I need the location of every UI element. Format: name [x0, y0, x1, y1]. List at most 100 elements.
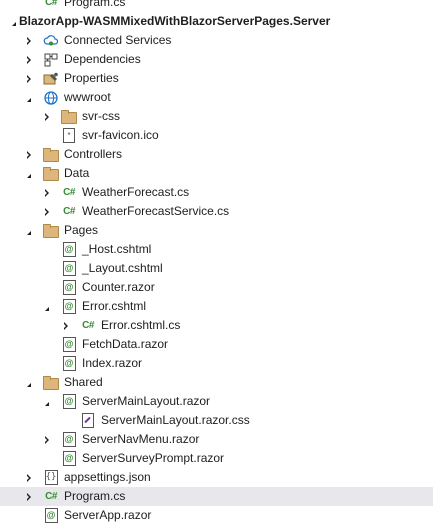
tree-item[interactable]: @ Counter.razor: [0, 278, 433, 297]
tree-item[interactable]: Data: [0, 164, 433, 183]
tree-item[interactable]: @ Index.razor: [0, 354, 433, 373]
csharp-file-icon: C#: [45, 0, 57, 8]
globe-icon: [43, 90, 59, 105]
json-file-icon: {}: [43, 470, 59, 485]
tree-item[interactable]: * svr-favicon.ico: [0, 126, 433, 145]
razor-file-icon: @: [61, 242, 77, 257]
folder-icon: [43, 147, 59, 162]
tree-item-label: ServerNavMenu.razor: [82, 432, 200, 446]
tree-item[interactable]: C# WeatherForecast.cs: [0, 183, 433, 202]
csharp-file-icon: C#: [45, 491, 57, 502]
collapse-arrow-icon[interactable]: [23, 221, 35, 240]
expand-arrow-icon[interactable]: [41, 183, 53, 202]
tree-item[interactable]: C# Program.cs: [0, 487, 433, 506]
tree-item-label: ServerMainLayout.razor.css: [101, 413, 250, 427]
tree-item[interactable]: C# Program.cs: [0, 0, 433, 12]
csharp-file-icon: C#: [82, 320, 94, 331]
tree-item-label: Program.cs: [64, 489, 126, 503]
tree-item-label: Dependencies: [64, 52, 141, 66]
tree-item[interactable]: Connected Services: [0, 31, 433, 50]
tree-item-label: Shared: [64, 375, 103, 389]
tree-item-label: Counter.razor: [82, 280, 155, 294]
collapse-arrow-icon[interactable]: [23, 373, 35, 392]
razor-file-icon: @: [43, 508, 59, 523]
tree-item-label: appsettings.json: [64, 470, 151, 484]
razor-file-icon: @: [61, 299, 77, 314]
expand-arrow-icon[interactable]: [23, 145, 35, 164]
expand-arrow-icon[interactable]: [41, 430, 53, 449]
expand-arrow-icon[interactable]: [23, 69, 35, 88]
tree-item-label: FetchData.razor: [82, 337, 169, 351]
tree-item[interactable]: {} appsettings.json: [0, 468, 433, 487]
tree-item-label: _Host.cshtml: [82, 242, 152, 256]
tree-item[interactable]: @ _Layout.cshtml: [0, 259, 433, 278]
tree-item-label: ServerMainLayout.razor: [82, 394, 211, 408]
expand-arrow-icon[interactable]: [41, 202, 53, 221]
tree-item-label: wwwroot: [64, 90, 111, 104]
tree-item-label: Properties: [64, 71, 119, 85]
tree-item-label: Controllers: [64, 147, 123, 161]
tree-item-label: Index.razor: [82, 356, 143, 370]
tree-item-label: svr-favicon.ico: [82, 128, 159, 142]
tree-item-label: Program.cs: [64, 0, 126, 9]
expand-arrow-icon[interactable]: [23, 31, 35, 50]
favicon-file-icon: *: [61, 128, 77, 143]
tree-item[interactable]: @ ServerApp.razor: [0, 506, 433, 525]
tree-item-label: Connected Services: [64, 33, 172, 47]
tree-item-label: _Layout.cshtml: [82, 261, 163, 275]
tree-item-label: ServerSurveyPrompt.razor: [82, 451, 225, 465]
tree-item-label: Error.cshtml.cs: [101, 318, 181, 332]
razor-file-icon: @: [61, 261, 77, 276]
solution-explorer-tree: C# Program.cs BlazorApp-WASMMixedWithBlazo…: [0, 0, 433, 525]
tree-item[interactable]: C# Error.cshtml.cs: [0, 316, 433, 335]
tree-item[interactable]: svr-css: [0, 107, 433, 126]
css-file-icon: [80, 413, 96, 428]
tree-item[interactable]: @ FetchData.razor: [0, 335, 433, 354]
tree-item-label: WeatherForecast.cs: [82, 185, 190, 199]
razor-file-icon: @: [61, 394, 77, 409]
expand-arrow-icon[interactable]: [23, 468, 35, 487]
tree-item[interactable]: Pages: [0, 221, 433, 240]
folder-icon: [43, 223, 59, 238]
tree-item-label: Error.cshtml: [82, 299, 147, 313]
csharp-file-icon: C#: [63, 187, 75, 198]
tree-item[interactable]: ServerMainLayout.razor.css: [0, 411, 433, 430]
tree-item[interactable]: Controllers: [0, 145, 433, 164]
collapse-arrow-icon[interactable]: [23, 88, 35, 107]
razor-file-icon: @: [61, 451, 77, 466]
tree-item[interactable]: wwwroot: [0, 88, 433, 107]
collapse-arrow-icon[interactable]: [23, 164, 35, 183]
tree-item[interactable]: Properties: [0, 69, 433, 88]
tree-item[interactable]: BlazorApp-WASMMixedWithBlazorServerPages…: [0, 12, 433, 31]
connected-services-icon: [43, 33, 59, 48]
tree-item[interactable]: @ _Host.cshtml: [0, 240, 433, 259]
expand-arrow-icon[interactable]: [23, 50, 35, 69]
expand-arrow-icon[interactable]: [23, 487, 35, 506]
collapse-arrow-icon[interactable]: [41, 297, 53, 316]
tree-item-label: WeatherForecastService.cs: [82, 204, 230, 218]
tree-item-label: Pages: [64, 223, 99, 237]
tree-item[interactable]: @ ServerSurveyPrompt.razor: [0, 449, 433, 468]
tree-item[interactable]: Dependencies: [0, 50, 433, 69]
tree-item-label: ServerApp.razor: [64, 508, 152, 522]
tree-item[interactable]: Shared: [0, 373, 433, 392]
razor-file-icon: @: [61, 432, 77, 447]
expand-arrow-icon[interactable]: [41, 107, 53, 126]
folder-icon: [43, 375, 59, 390]
csharp-file-icon: C#: [63, 206, 75, 217]
tree-item-label: Data: [64, 166, 90, 180]
tree-item-label: BlazorApp-WASMMixedWithBlazorServerPages…: [19, 14, 331, 28]
tree-item[interactable]: @ Error.cshtml: [0, 297, 433, 316]
tree-item[interactable]: @ ServerMainLayout.razor: [0, 392, 433, 411]
razor-file-icon: @: [61, 280, 77, 295]
razor-file-icon: @: [61, 356, 77, 371]
folder-icon: [43, 166, 59, 181]
expand-arrow-icon[interactable]: [60, 316, 72, 335]
folder-icon: [61, 109, 77, 124]
razor-file-icon: @: [61, 337, 77, 352]
tree-item[interactable]: C# WeatherForecastService.cs: [0, 202, 433, 221]
properties-icon: [43, 71, 59, 86]
tree-item[interactable]: @ ServerNavMenu.razor: [0, 430, 433, 449]
collapse-arrow-icon[interactable]: [41, 392, 53, 411]
dependencies-icon: [43, 52, 59, 67]
